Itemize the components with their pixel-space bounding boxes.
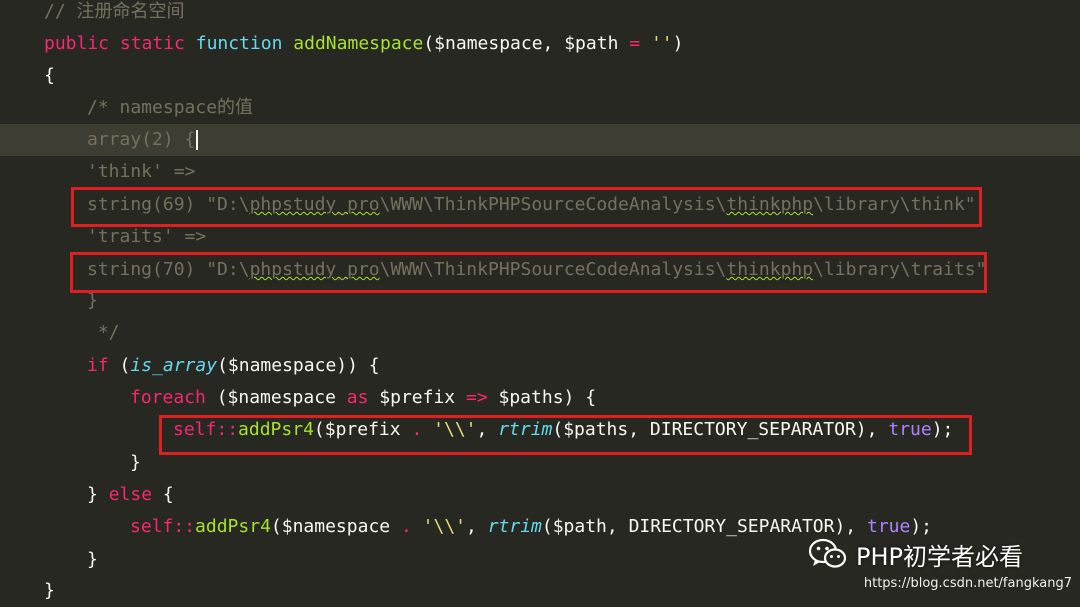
code-line-3: {: [44, 65, 55, 86]
keyword: foreach: [130, 387, 206, 408]
function-name: addNamespace: [293, 33, 424, 54]
code-line-16: } else {: [87, 484, 174, 505]
comment: array(2) {: [87, 129, 196, 150]
comment: 'think' =>: [87, 161, 196, 182]
operator: .: [400, 516, 412, 537]
code-line-12: if (is_array($namespace)) {: [87, 355, 380, 376]
code-line-1: // 注册命名空间: [0, 0, 1080, 28]
operator: =: [629, 33, 641, 54]
highlight-box-addpsr4-call: [159, 415, 972, 455]
keyword: function: [195, 33, 283, 54]
comment: /* namespace的值: [87, 97, 254, 118]
text-cursor: [196, 130, 199, 150]
string-literal: '': [650, 33, 673, 54]
comment: // 注册命名空间: [44, 1, 185, 22]
operator: ::: [173, 516, 196, 537]
operator: =>: [465, 387, 488, 408]
code-line-5-current: array(2) {: [0, 124, 1080, 156]
code-line-4: /* namespace的值: [0, 92, 1080, 124]
keyword: self: [130, 516, 174, 537]
function-call: addPsr4: [195, 516, 271, 537]
wechat-icon: [808, 538, 847, 568]
string-literal: '\\': [422, 516, 466, 537]
source-url: https://blog.csdn.net/fangkang7: [863, 576, 1072, 591]
keyword: as: [346, 387, 369, 408]
keyword: static: [119, 33, 185, 54]
code-line-6: 'think' =>: [0, 156, 1080, 188]
comment: 'traits' =>: [87, 226, 207, 247]
code-line-11: */: [87, 322, 120, 343]
keyword: else: [108, 484, 153, 505]
function-call: is_array: [130, 355, 218, 376]
wechat-watermark: PHP初学者必看: [808, 534, 1023, 574]
highlight-box-think-path: [71, 187, 982, 227]
code-editor[interactable]: // 注册命名空间 public static function addName…: [0, 0, 1080, 602]
highlight-box-traits-path: [70, 252, 987, 293]
code-line-13: foreach ($namespace as $prefix => $paths…: [130, 387, 597, 408]
keyword: if: [87, 355, 109, 376]
keyword: public: [44, 33, 110, 54]
code-line-2: public static function addNamespace($nam…: [44, 33, 684, 54]
function-call: rtrim: [487, 516, 542, 537]
watermark-label: PHP初学者必看: [856, 542, 1023, 571]
code-text: ($namespace, $path: [423, 33, 630, 54]
